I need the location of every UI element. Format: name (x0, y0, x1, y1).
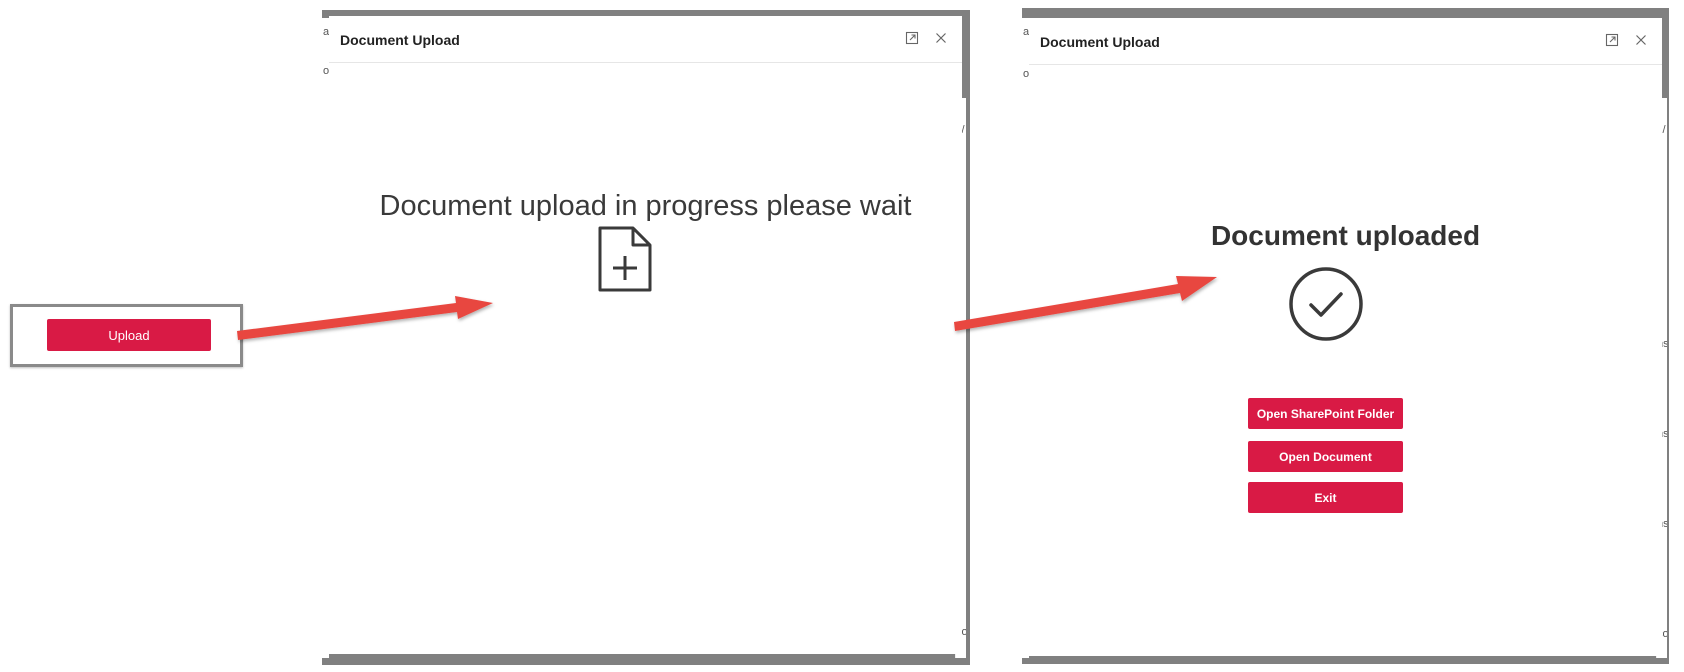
annotation-arrows (237, 276, 1217, 340)
arrow-upload-to-progress (237, 296, 493, 340)
arrow-progress-to-done (954, 276, 1217, 331)
